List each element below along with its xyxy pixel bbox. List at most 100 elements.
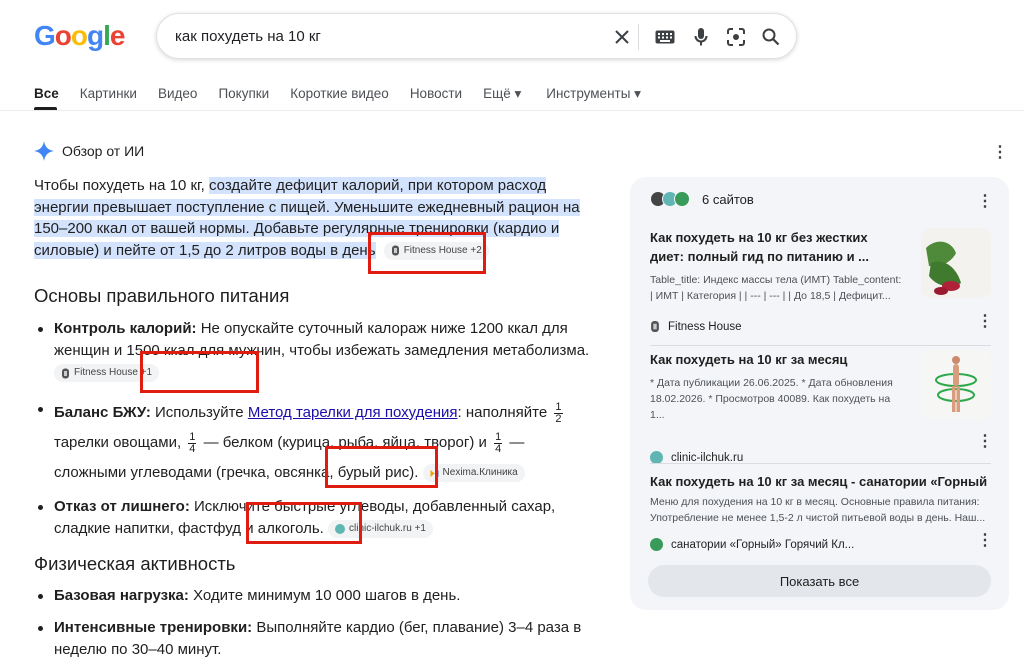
source-chip[interactable]: Fitness House +2 (383, 241, 489, 260)
logo-letter: g (87, 20, 104, 51)
keyboard-icon[interactable] (653, 25, 677, 49)
fraction-numerator: 1 (554, 400, 563, 414)
logo-letter: e (109, 20, 126, 51)
tabs-divider (0, 110, 1024, 111)
search-box[interactable]: как похудеть на 10 кг (156, 13, 797, 59)
list-item: Баланс БЖУ: Используйте Метод тарелки дл… (34, 398, 600, 488)
sources-panel: 6 сайтов ⋮ Как похудеть на 10 кг без жес… (630, 177, 1009, 610)
nexima-icon (430, 469, 439, 477)
show-all-button[interactable]: Показать все (648, 565, 991, 597)
source-chip[interactable]: Fitness House +1 (54, 364, 160, 383)
fraction-numerator: 1 (494, 430, 503, 444)
section-title: Основы правильного питания (34, 285, 290, 306)
source-card-thumbnail[interactable] (921, 350, 991, 420)
source-site-name: санатории «Горный» Горячий Кл... (671, 538, 855, 551)
ai-overview-more-icon[interactable]: ⋮ (992, 143, 1008, 161)
source-card-more-icon[interactable]: ⋮ (977, 531, 993, 549)
logo-letter: o (54, 20, 72, 51)
card-divider (650, 345, 991, 346)
fraction-denominator: 4 (495, 442, 502, 455)
tab-short-videos[interactable]: Короткие видео (290, 86, 389, 108)
source-chip[interactable]: clinic-ilchuk.ru +1 (328, 520, 433, 539)
gemini-sparkle-icon (34, 141, 54, 161)
item-bold-label: Базовая нагрузка: (54, 587, 189, 604)
logo-letter: o (70, 20, 88, 51)
microphone-icon[interactable] (689, 25, 713, 49)
section-title: Физическая активность (34, 553, 236, 574)
lens-camera-icon[interactable] (724, 25, 748, 49)
fraction-numerator: 1 (188, 430, 197, 444)
source-card-snippet: Меню для похудения на 10 кг в месяц. Осн… (650, 496, 986, 524)
item-bold-label: Интенсивные тренировки: (54, 619, 253, 636)
fraction: 14 (494, 430, 503, 455)
fraction: 14 (188, 430, 197, 455)
sources-count: 6 сайтов (702, 191, 754, 207)
item-text: — белком (курица, рыба, яйца, творог) и (199, 434, 492, 451)
list-item: Базовая нагрузка: Ходите минимум 10 000 … (34, 585, 600, 607)
source-card[interactable]: Как похудеть на 10 кг за месяц * Дата пу… (650, 350, 991, 464)
tab-tools[interactable]: Инструменты ▾ (546, 86, 641, 108)
search-input[interactable]: как похудеть на 10 кг (175, 28, 321, 45)
tab-news[interactable]: Новости (410, 86, 462, 108)
fitness-house-icon (391, 245, 399, 256)
source-card-snippet: Table_title: Индекс массы тела (ИМТ) Tab… (650, 274, 902, 302)
google-logo[interactable]: Google (34, 20, 126, 52)
list-item: Контроль калорий: Не опускайте суточный … (34, 318, 600, 384)
source-chip-label: clinic-ilchuk.ru +1 (349, 523, 426, 535)
source-favicons (650, 191, 690, 207)
tab-all[interactable]: Все (34, 86, 59, 108)
logo-letter: G (34, 20, 56, 51)
source-card-title[interactable]: Как похудеть на 10 кг за месяц - санатор… (650, 472, 991, 491)
tab-videos[interactable]: Видео (158, 86, 197, 108)
source-card-more-icon[interactable]: ⋮ (977, 312, 993, 330)
tab-shopping[interactable]: Покупки (218, 86, 269, 108)
source-card[interactable]: Как похудеть на 10 кг без жестких диет: … (650, 228, 991, 333)
fraction-denominator: 4 (189, 442, 196, 455)
item-text: Используйте (150, 404, 248, 421)
item-text: : наполняйте (457, 404, 552, 421)
source-chip-label: Nexima.Клиника (442, 467, 518, 479)
search-divider (638, 24, 639, 50)
ai-overview-header: Обзор от ИИ (34, 141, 144, 161)
item-text: Ходите минимум 10 000 шагов в день. (188, 587, 461, 604)
list-item: Отказ от лишнего: Исключите быстрые угле… (34, 496, 600, 540)
clinic-ilchuk-icon (335, 524, 345, 535)
source-card-site[interactable]: санатории «Горный» Горячий Кл... (650, 538, 991, 551)
logo-letter: l (103, 20, 111, 51)
source-card-site[interactable]: Fitness House (650, 320, 991, 333)
fraction: 12 (554, 400, 563, 425)
source-card-title[interactable]: Как похудеть на 10 кг без жестких диет: … (650, 228, 905, 266)
plate-method-link[interactable]: Метод тарелки для похудения (248, 404, 458, 421)
item-bold-label: Контроль калорий: (54, 320, 197, 337)
clear-icon[interactable] (610, 25, 634, 49)
tab-images[interactable]: Картинки (80, 86, 137, 108)
item-text: тарелки овощами, (54, 434, 186, 451)
card-divider (650, 463, 991, 464)
source-chip-label: Fitness House +1 (74, 367, 153, 379)
sanatorium-icon (650, 538, 663, 551)
fitness-house-icon (651, 320, 659, 333)
source-card[interactable]: Как похудеть на 10 кг за месяц - санатор… (650, 472, 991, 551)
source-site-name: clinic-ilchuk.ru (671, 451, 744, 464)
fraction-denominator: 2 (555, 412, 562, 425)
sources-more-icon[interactable]: ⋮ (977, 192, 993, 210)
source-chip-label: Fitness House +2 (403, 244, 482, 256)
nutrition-list: Контроль калорий: Не опускайте суточный … (34, 318, 600, 540)
source-card-more-icon[interactable]: ⋮ (977, 432, 993, 450)
source-card-thumbnail[interactable] (921, 228, 991, 298)
item-bold-label: Отказ от лишнего: (54, 498, 190, 515)
item-bold-label: Баланс БЖУ: (54, 404, 151, 421)
source-card-snippet: * Дата публикации 26.06.2025. * Дата обн… (650, 377, 893, 421)
sources-header[interactable]: 6 сайтов (650, 191, 754, 207)
ai-overview-summary: Чтобы похудеть на 10 кг, создайте дефици… (34, 175, 600, 261)
fitness-house-icon (62, 368, 69, 379)
search-tabs: Все Картинки Видео Покупки Короткие виде… (34, 86, 662, 108)
activity-list: Базовая нагрузка: Ходите минимум 10 000 … (34, 585, 600, 661)
summary-text: Чтобы похудеть на 10 кг, (34, 177, 210, 194)
tab-more[interactable]: Ещё ▾ (483, 86, 521, 108)
source-site-name: Fitness House (668, 320, 742, 333)
source-card-title[interactable]: Как похудеть на 10 кг за месяц (650, 350, 905, 369)
list-item: Интенсивные тренировки: Выполняйте карди… (34, 617, 600, 661)
search-icon[interactable] (759, 25, 783, 49)
source-chip[interactable]: Nexima.Клиника (422, 464, 525, 483)
